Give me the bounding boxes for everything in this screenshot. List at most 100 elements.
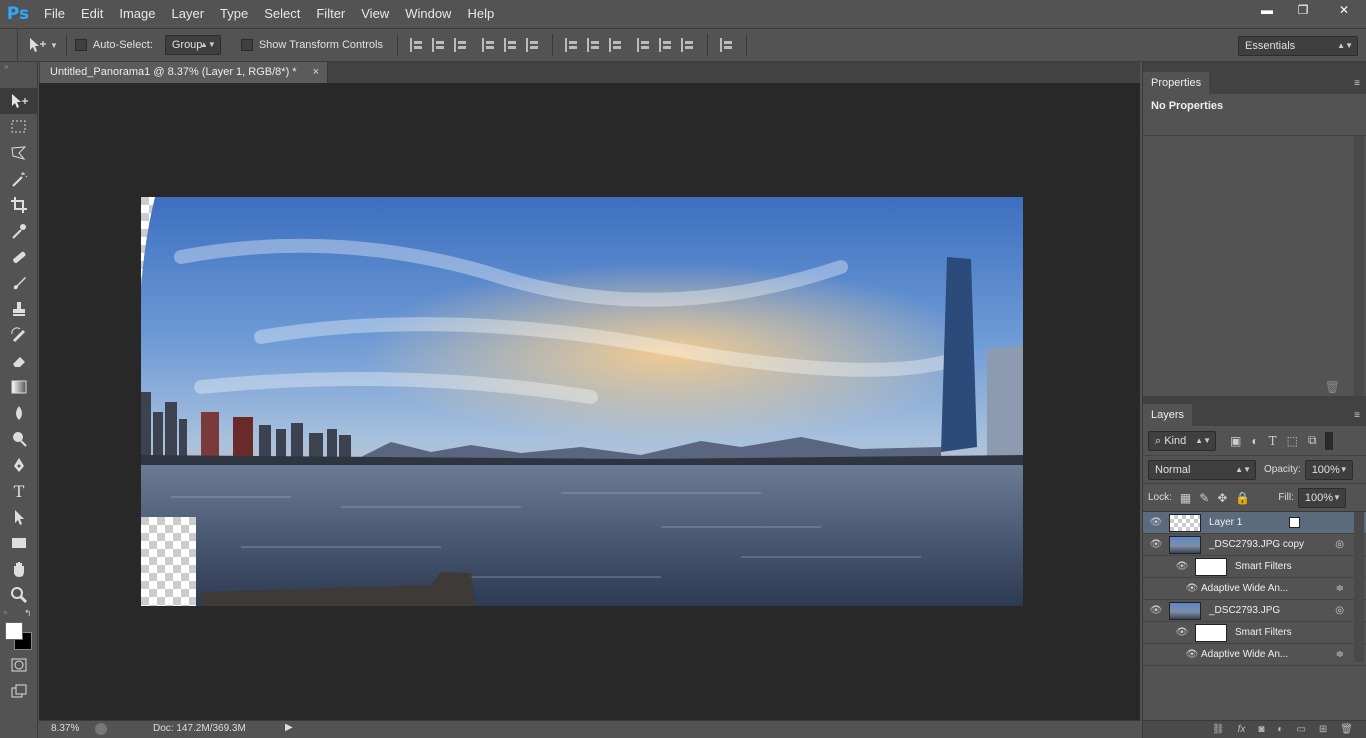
healing-brush-tool[interactable] bbox=[0, 244, 38, 270]
show-transform-checkbox[interactable] bbox=[240, 39, 253, 51]
menu-type[interactable]: Type bbox=[212, 0, 256, 28]
menu-edit[interactable]: Edit bbox=[73, 0, 111, 28]
filter-row[interactable]: 👁 Adaptive Wide An... ≑ bbox=[1143, 644, 1366, 666]
fx-icon[interactable]: fx bbox=[1238, 724, 1246, 735]
magic-wand-tool[interactable] bbox=[0, 166, 38, 192]
auto-align-layers-icon[interactable] bbox=[719, 38, 734, 52]
dodge-tool[interactable] bbox=[0, 426, 38, 452]
visibility-eye-icon[interactable]: 👁 bbox=[1143, 539, 1169, 550]
menu-window[interactable]: Window bbox=[397, 0, 459, 28]
blending-options-icon[interactable]: ≑ bbox=[1336, 583, 1344, 594]
layers-tab[interactable]: Layers bbox=[1143, 404, 1193, 426]
color-swatches[interactable]: ▫ ↰ bbox=[0, 608, 37, 652]
adjustment-filter-icon[interactable]: ◐ bbox=[1251, 434, 1258, 448]
restore-button[interactable]: ❐ bbox=[1286, 0, 1320, 20]
path-selection-tool[interactable] bbox=[0, 504, 38, 530]
eraser-tool[interactable] bbox=[0, 348, 38, 374]
pixel-filter-icon[interactable]: ▣ bbox=[1230, 434, 1241, 448]
visibility-eye-icon[interactable]: 👁 bbox=[1183, 649, 1201, 660]
blur-tool[interactable] bbox=[0, 400, 38, 426]
filter-row[interactable]: 👁 Adaptive Wide An... ≑ bbox=[1143, 578, 1366, 600]
close-tab-icon[interactable]: × bbox=[313, 62, 319, 83]
align-vcenter-icon[interactable] bbox=[431, 38, 446, 52]
properties-scrollbar[interactable] bbox=[1354, 136, 1364, 396]
distribute-bottom-icon[interactable] bbox=[608, 38, 623, 52]
layer-row[interactable]: 👁 Layer 1 bbox=[1143, 512, 1366, 534]
tool-preset-picker[interactable]: ▼ bbox=[26, 36, 58, 54]
lock-transparent-icon[interactable]: ▦ bbox=[1180, 491, 1191, 505]
align-right-icon[interactable] bbox=[525, 38, 540, 52]
menu-image[interactable]: Image bbox=[111, 0, 163, 28]
lock-image-icon[interactable]: ✎ bbox=[1199, 491, 1209, 505]
brush-tool[interactable] bbox=[0, 270, 38, 296]
screen-mode-button[interactable] bbox=[0, 678, 38, 704]
minimize-button[interactable]: ▬ bbox=[1250, 0, 1284, 20]
lock-all-icon[interactable]: 🔒 bbox=[1235, 491, 1250, 505]
filter-toggle[interactable] bbox=[1324, 431, 1333, 450]
zoom-level[interactable]: 8.37% bbox=[51, 723, 79, 734]
shape-filter-icon[interactable]: ⬚ bbox=[1287, 434, 1298, 448]
layer-name[interactable]: _DSC2793.JPG bbox=[1209, 605, 1280, 616]
menu-select[interactable]: Select bbox=[256, 0, 308, 28]
swap-colors-icon[interactable]: ↰ bbox=[24, 608, 32, 619]
type-filter-icon[interactable]: T bbox=[1269, 434, 1277, 448]
menu-filter[interactable]: Filter bbox=[308, 0, 353, 28]
adjustment-layer-icon[interactable]: ◐ bbox=[1277, 724, 1283, 735]
distribute-hcenter-icon[interactable] bbox=[658, 38, 673, 52]
menu-view[interactable]: View bbox=[353, 0, 397, 28]
filter-name[interactable]: Adaptive Wide An... bbox=[1201, 583, 1288, 594]
link-layers-icon[interactable]: ⛓ bbox=[1212, 724, 1225, 735]
type-tool[interactable]: T bbox=[0, 478, 38, 504]
visibility-eye-icon[interactable]: 👁 bbox=[1183, 583, 1201, 594]
close-button[interactable]: ✕ bbox=[1322, 0, 1366, 20]
visibility-eye-icon[interactable]: 👁 bbox=[1169, 561, 1195, 572]
default-colors-icon[interactable]: ▫ bbox=[4, 608, 7, 617]
panel-menu-icon[interactable]: ≡ bbox=[1354, 78, 1360, 89]
distribute-left-icon[interactable] bbox=[636, 38, 651, 52]
collapse-icon[interactable]: » bbox=[0, 62, 37, 76]
align-left-icon[interactable] bbox=[481, 38, 496, 52]
distribute-top-icon[interactable] bbox=[564, 38, 579, 52]
move-tool[interactable] bbox=[0, 88, 38, 114]
layer-row[interactable]: 👁 _DSC2793.JPG ◎ bbox=[1143, 600, 1366, 622]
foreground-color-swatch[interactable] bbox=[5, 622, 23, 640]
eyedropper-tool[interactable] bbox=[0, 218, 38, 244]
filter-name[interactable]: Adaptive Wide An... bbox=[1201, 649, 1288, 660]
zoom-tool[interactable] bbox=[0, 582, 38, 608]
distribute-right-icon[interactable] bbox=[680, 38, 695, 52]
align-bottom-icon[interactable] bbox=[453, 38, 468, 52]
trash-icon[interactable]: 🗑 bbox=[1325, 380, 1340, 394]
marquee-tool[interactable] bbox=[0, 114, 38, 140]
lock-position-icon[interactable]: ✥ bbox=[1217, 491, 1227, 505]
new-group-icon[interactable]: ▭ bbox=[1296, 724, 1305, 735]
layer-filter-dropdown[interactable]: ⌕ Kind ▲▼ bbox=[1148, 430, 1216, 451]
hand-tool[interactable] bbox=[0, 556, 38, 582]
status-menu-icon[interactable] bbox=[95, 723, 107, 735]
rectangle-tool[interactable] bbox=[0, 530, 38, 556]
align-top-icon[interactable] bbox=[409, 38, 424, 52]
canvas-area[interactable] bbox=[39, 83, 1140, 720]
new-layer-icon[interactable]: ⊞ bbox=[1319, 724, 1327, 735]
workspace-switcher[interactable]: Essentials ▲▼ bbox=[1238, 36, 1358, 56]
gradient-tool[interactable] bbox=[0, 374, 38, 400]
panel-menu-icon[interactable]: ≡ bbox=[1354, 410, 1360, 421]
properties-tab[interactable]: Properties bbox=[1143, 72, 1210, 94]
visibility-eye-icon[interactable]: 👁 bbox=[1143, 517, 1169, 528]
opacity-field[interactable]: 100% ▼ bbox=[1304, 459, 1353, 480]
menu-help[interactable]: Help bbox=[459, 0, 502, 28]
align-hcenter-icon[interactable] bbox=[503, 38, 518, 52]
quick-mask-button[interactable] bbox=[0, 652, 38, 678]
delete-layer-icon[interactable]: 🗑 bbox=[1340, 724, 1353, 735]
menu-layer[interactable]: Layer bbox=[164, 0, 213, 28]
menu-file[interactable]: File bbox=[36, 0, 73, 28]
crop-tool[interactable] bbox=[0, 192, 38, 218]
status-expand-icon[interactable]: ▶ bbox=[285, 722, 293, 733]
layer-row[interactable]: 👁 _DSC2793.JPG copy ◎ bbox=[1143, 534, 1366, 556]
fill-field[interactable]: 100% ▼ bbox=[1297, 487, 1346, 508]
distribute-vcenter-icon[interactable] bbox=[586, 38, 601, 52]
lasso-tool[interactable] bbox=[0, 140, 38, 166]
blending-options-icon[interactable]: ≑ bbox=[1336, 649, 1344, 660]
pen-tool[interactable] bbox=[0, 452, 38, 478]
layer-name[interactable]: Layer 1 bbox=[1209, 517, 1242, 528]
auto-select-checkbox[interactable] bbox=[74, 39, 87, 51]
